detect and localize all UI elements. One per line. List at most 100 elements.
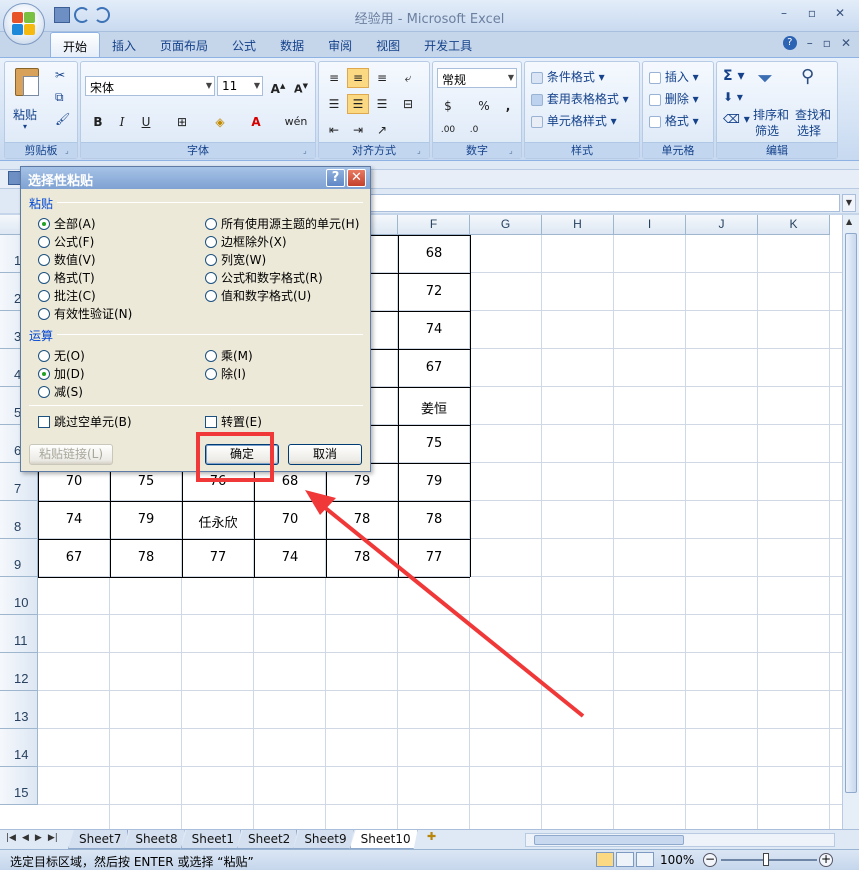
decrease-decimal-button[interactable]: .0 <box>463 120 485 140</box>
sheet-tab[interactable]: Sheet2 <box>237 830 297 849</box>
cancel-button[interactable]: 取消 <box>288 444 362 465</box>
next-sheet-icon[interactable]: ▶ <box>35 833 42 843</box>
conditional-format-button[interactable]: 条件格式 ▾ <box>531 68 605 85</box>
sort-filter-label[interactable]: 排序和 <box>753 106 789 123</box>
column-header[interactable]: J <box>686 215 758 235</box>
fill-icon[interactable]: ⬇ ▾ <box>723 90 743 104</box>
paste-link-button[interactable]: 粘贴链接(L) <box>29 444 113 465</box>
ribbon-restore-button[interactable]: ▫ <box>823 36 831 50</box>
paste-button-label[interactable]: 粘贴 <box>13 106 37 123</box>
middle-align-button[interactable]: ≡ <box>347 68 369 88</box>
cut-icon[interactable]: ✂ <box>55 68 65 82</box>
radio-button[interactable] <box>205 271 217 284</box>
font-launcher-icon[interactable]: ⌟ <box>303 146 313 156</box>
radio-button[interactable] <box>38 217 50 230</box>
radio-button[interactable] <box>38 253 50 266</box>
operation-option[interactable]: 除(I) <box>205 365 246 382</box>
row-header[interactable]: 9 <box>0 539 38 577</box>
cell[interactable]: 任永欣 <box>182 512 254 531</box>
paste-option[interactable]: 全部(A) <box>38 215 96 232</box>
radio-button[interactable] <box>205 289 217 302</box>
dialog-close-button[interactable]: ✕ <box>347 169 366 187</box>
sheet-tab[interactable]: Sheet1 <box>181 830 241 849</box>
row-header[interactable]: 12 <box>0 653 38 691</box>
office-button[interactable] <box>3 3 45 45</box>
currency-button[interactable]: $ <box>437 96 459 116</box>
fill-color-button[interactable]: ◈ <box>209 112 231 132</box>
cell[interactable]: 74 <box>38 512 110 527</box>
column-header[interactable]: F <box>398 215 470 235</box>
align-right-button[interactable]: ☰ <box>371 94 393 114</box>
column-header[interactable]: I <box>614 215 686 235</box>
delete-cells-button[interactable]: 删除 ▾ <box>649 90 699 107</box>
vertical-scrollbar[interactable]: ▲ <box>842 215 859 829</box>
tab-4[interactable]: 数据 <box>268 32 316 58</box>
workbook-close-button[interactable]: ✕ <box>841 36 851 50</box>
transpose-checkbox[interactable]: 转置(E) <box>205 413 262 430</box>
autosum-icon[interactable]: Σ ▾ <box>723 68 744 84</box>
insert-sheet-icon[interactable]: ✚ <box>420 830 444 849</box>
radio-button[interactable] <box>38 235 50 248</box>
find-select-icon[interactable]: ⚲ <box>801 66 814 87</box>
cell[interactable]: 78 <box>326 550 398 565</box>
radio-button[interactable] <box>205 367 217 380</box>
cell[interactable]: 70 <box>38 474 110 489</box>
scroll-up-icon[interactable]: ▲ <box>846 217 852 226</box>
normal-view-button[interactable] <box>596 852 614 867</box>
find-select-label-2[interactable]: 选择 <box>797 122 821 139</box>
vertical-scroll-thumb[interactable] <box>845 233 857 793</box>
cell[interactable]: 74 <box>254 550 326 565</box>
paste-option[interactable]: 有效性验证(N) <box>38 305 132 322</box>
copy-icon[interactable]: ⧉ <box>55 90 64 105</box>
paste-option[interactable]: 公式(F) <box>38 233 94 250</box>
shrink-font-button[interactable]: A▼ <box>290 76 312 96</box>
cell[interactable]: 78 <box>398 512 470 527</box>
phonetic-button[interactable]: wén <box>281 112 311 132</box>
paste-option[interactable]: 数值(V) <box>38 251 96 268</box>
cell[interactable]: 79 <box>326 474 398 489</box>
cell[interactable]: 77 <box>182 550 254 565</box>
wrap-text-button[interactable]: ⤶ <box>397 68 419 88</box>
tab-5[interactable]: 审阅 <box>316 32 364 58</box>
tab-3[interactable]: 公式 <box>220 32 268 58</box>
first-sheet-icon[interactable]: |◀ <box>6 833 16 843</box>
bold-button[interactable]: B <box>87 112 109 132</box>
format-as-table-button[interactable]: 套用表格格式 ▾ <box>531 90 629 107</box>
minimize-button[interactable]: – <box>773 6 795 24</box>
decrease-indent-button[interactable]: ⇤ <box>323 120 345 140</box>
row-header[interactable]: 8 <box>0 501 38 539</box>
italic-button[interactable]: I <box>111 112 133 132</box>
paste-option[interactable]: 格式(T) <box>38 269 95 286</box>
row-header[interactable]: 11 <box>0 615 38 653</box>
paste-dropdown-icon[interactable]: ▾ <box>23 122 27 131</box>
zoom-level[interactable]: 100% <box>660 853 694 867</box>
border-button[interactable]: ⊞ <box>171 112 193 132</box>
radio-button[interactable] <box>205 235 217 248</box>
row-header[interactable]: 13 <box>0 691 38 729</box>
operation-option[interactable]: 加(D) <box>38 365 85 382</box>
font-name-combo[interactable]: 宋体 ▼ <box>85 76 215 96</box>
cell[interactable]: 75 <box>398 436 470 451</box>
bottom-align-button[interactable]: ≡ <box>371 68 393 88</box>
paste-option[interactable]: 边框除外(X) <box>205 233 287 250</box>
last-sheet-icon[interactable]: ▶| <box>48 833 58 843</box>
prev-sheet-icon[interactable]: ◀ <box>22 833 29 843</box>
sheet-tab[interactable]: Sheet10 <box>350 830 418 849</box>
row-header[interactable]: 14 <box>0 729 38 767</box>
page-break-view-button[interactable] <box>636 852 654 867</box>
zoom-in-icon[interactable]: + <box>819 853 833 867</box>
align-center-button[interactable]: ☰ <box>347 94 369 114</box>
dialog-help-button[interactable]: ? <box>326 169 345 187</box>
sheet-tab[interactable]: Sheet8 <box>124 830 184 849</box>
clear-icon[interactable]: ⌫ ▾ <box>723 112 750 126</box>
clipboard-launcher-icon[interactable]: ⌟ <box>65 146 75 156</box>
paste-option[interactable]: 值和数字格式(U) <box>205 287 311 304</box>
cell[interactable]: 79 <box>110 512 182 527</box>
cell[interactable]: 77 <box>398 550 470 565</box>
page-layout-view-button[interactable] <box>616 852 634 867</box>
help-icon[interactable]: ? <box>782 36 797 50</box>
top-align-button[interactable]: ≡ <box>323 68 345 88</box>
increase-indent-button[interactable]: ⇥ <box>347 120 369 140</box>
horizontal-scroll-thumb[interactable] <box>534 835 684 845</box>
operation-option[interactable]: 减(S) <box>38 383 83 400</box>
